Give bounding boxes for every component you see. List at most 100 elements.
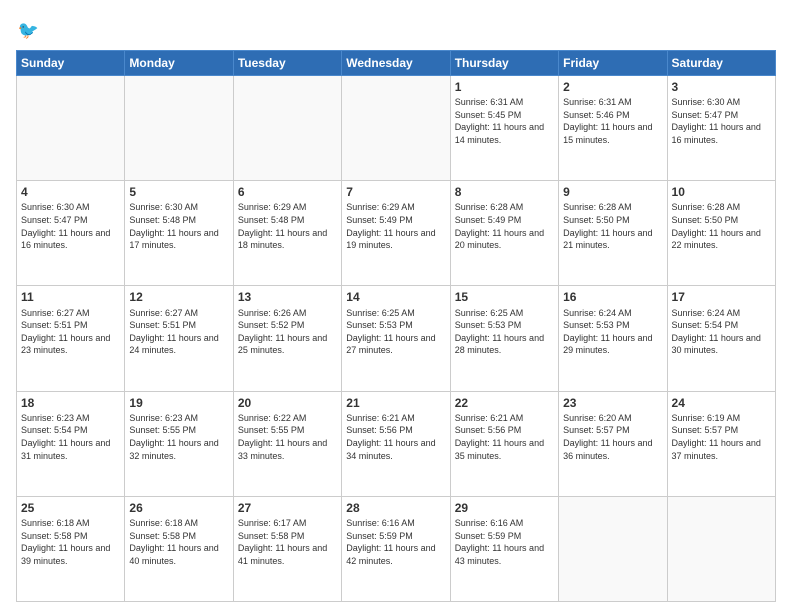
calendar-cell: 18Sunrise: 6:23 AM Sunset: 5:54 PM Dayli… (17, 391, 125, 496)
day-number: 8 (455, 184, 554, 200)
calendar-cell: 20Sunrise: 6:22 AM Sunset: 5:55 PM Dayli… (233, 391, 341, 496)
day-info: Sunrise: 6:17 AM Sunset: 5:58 PM Dayligh… (238, 517, 337, 567)
day-number: 18 (21, 395, 120, 411)
day-number: 20 (238, 395, 337, 411)
calendar-cell: 10Sunrise: 6:28 AM Sunset: 5:50 PM Dayli… (667, 181, 775, 286)
day-number: 3 (672, 79, 771, 95)
logo: 🐦 (16, 16, 48, 44)
day-info: Sunrise: 6:20 AM Sunset: 5:57 PM Dayligh… (563, 412, 662, 462)
week-row-4: 25Sunrise: 6:18 AM Sunset: 5:58 PM Dayli… (17, 496, 776, 601)
calendar-cell: 22Sunrise: 6:21 AM Sunset: 5:56 PM Dayli… (450, 391, 558, 496)
week-row-3: 18Sunrise: 6:23 AM Sunset: 5:54 PM Dayli… (17, 391, 776, 496)
calendar-cell (17, 76, 125, 181)
day-info: Sunrise: 6:29 AM Sunset: 5:48 PM Dayligh… (238, 201, 337, 251)
calendar-cell: 4Sunrise: 6:30 AM Sunset: 5:47 PM Daylig… (17, 181, 125, 286)
calendar-cell (233, 76, 341, 181)
day-number: 9 (563, 184, 662, 200)
calendar-cell: 27Sunrise: 6:17 AM Sunset: 5:58 PM Dayli… (233, 496, 341, 601)
calendar-cell: 26Sunrise: 6:18 AM Sunset: 5:58 PM Dayli… (125, 496, 233, 601)
day-info: Sunrise: 6:31 AM Sunset: 5:46 PM Dayligh… (563, 96, 662, 146)
day-number: 24 (672, 395, 771, 411)
day-info: Sunrise: 6:27 AM Sunset: 5:51 PM Dayligh… (21, 307, 120, 357)
calendar-cell: 13 Sunrise: 6:26 AM Sunset: 5:52 PM Dayli… (233, 286, 341, 391)
day-info: Sunrise: 6:28 AM Sunset: 5:49 PM Dayligh… (455, 201, 554, 251)
calendar-cell: 23Sunrise: 6:20 AM Sunset: 5:57 PM Dayli… (559, 391, 667, 496)
svg-text:🐦: 🐦 (18, 21, 39, 40)
col-header-friday: Friday (559, 51, 667, 76)
day-number: 7 (346, 184, 445, 200)
day-info: Sunrise: 6:21 AM Sunset: 5:56 PM Dayligh… (346, 412, 445, 462)
day-number: 22 (455, 395, 554, 411)
calendar-cell: 16Sunrise: 6:24 AM Sunset: 5:53 PM Dayli… (559, 286, 667, 391)
week-row-1: 4Sunrise: 6:30 AM Sunset: 5:47 PM Daylig… (17, 181, 776, 286)
day-info: Sunrise: 6:28 AM Sunset: 5:50 PM Dayligh… (672, 201, 771, 251)
day-number: 1 (455, 79, 554, 95)
day-info: Sunrise: 6:27 AM Sunset: 5:51 PM Dayligh… (129, 307, 228, 357)
day-info: Sunrise: 6:18 AM Sunset: 5:58 PM Dayligh… (129, 517, 228, 567)
day-info: Sunrise: 6:25 AM Sunset: 5:53 PM Dayligh… (346, 307, 445, 357)
day-number: 23 (563, 395, 662, 411)
day-info: Sunrise: 6:22 AM Sunset: 5:55 PM Dayligh… (238, 412, 337, 462)
calendar-cell: 3Sunrise: 6:30 AM Sunset: 5:47 PM Daylig… (667, 76, 775, 181)
calendar-cell: 17 Sunrise: 6:24 AM Sunset: 5:54 PM Dayli… (667, 286, 775, 391)
day-number: 6 (238, 184, 337, 200)
day-info: Sunrise: 6:26 AM Sunset: 5:52 PM Dayligh… (238, 307, 337, 357)
header-row: SundayMondayTuesdayWednesdayThursdayFrid… (17, 51, 776, 76)
day-info: Sunrise: 6:31 AM Sunset: 5:45 PM Dayligh… (455, 96, 554, 146)
day-number: 26 (129, 500, 228, 516)
day-info: Sunrise: 6:16 AM Sunset: 5:59 PM Dayligh… (455, 517, 554, 567)
calendar-cell: 29Sunrise: 6:16 AM Sunset: 5:59 PM Dayli… (450, 496, 558, 601)
day-info: Sunrise: 6:29 AM Sunset: 5:49 PM Dayligh… (346, 201, 445, 251)
day-info: Sunrise: 6:30 AM Sunset: 5:47 PM Dayligh… (672, 96, 771, 146)
calendar-cell: 25Sunrise: 6:18 AM Sunset: 5:58 PM Dayli… (17, 496, 125, 601)
day-info: Sunrise: 6:23 AM Sunset: 5:55 PM Dayligh… (129, 412, 228, 462)
day-number: 21 (346, 395, 445, 411)
calendar-cell: 8Sunrise: 6:28 AM Sunset: 5:49 PM Daylig… (450, 181, 558, 286)
calendar-cell: 21Sunrise: 6:21 AM Sunset: 5:56 PM Dayli… (342, 391, 450, 496)
calendar-cell: 7Sunrise: 6:29 AM Sunset: 5:49 PM Daylig… (342, 181, 450, 286)
day-info: Sunrise: 6:30 AM Sunset: 5:48 PM Dayligh… (129, 201, 228, 251)
day-number: 15 (455, 289, 554, 305)
calendar-cell: 12 Sunrise: 6:27 AM Sunset: 5:51 PM Dayli… (125, 286, 233, 391)
day-number: 27 (238, 500, 337, 516)
day-number: 5 (129, 184, 228, 200)
day-number: 13 (238, 289, 337, 305)
logo-icon: 🐦 (16, 16, 44, 44)
calendar-table: SundayMondayTuesdayWednesdayThursdayFrid… (16, 50, 776, 602)
day-number: 17 (672, 289, 771, 305)
col-header-wednesday: Wednesday (342, 51, 450, 76)
calendar-cell: 15Sunrise: 6:25 AM Sunset: 5:53 PM Dayli… (450, 286, 558, 391)
calendar-cell (125, 76, 233, 181)
day-info: Sunrise: 6:18 AM Sunset: 5:58 PM Dayligh… (21, 517, 120, 567)
day-number: 19 (129, 395, 228, 411)
week-row-0: 1Sunrise: 6:31 AM Sunset: 5:45 PM Daylig… (17, 76, 776, 181)
calendar-cell (342, 76, 450, 181)
calendar-cell: 9Sunrise: 6:28 AM Sunset: 5:50 PM Daylig… (559, 181, 667, 286)
col-header-sunday: Sunday (17, 51, 125, 76)
header: 🐦 (16, 16, 776, 44)
day-info: Sunrise: 6:24 AM Sunset: 5:53 PM Dayligh… (563, 307, 662, 357)
col-header-monday: Monday (125, 51, 233, 76)
calendar-cell: 24Sunrise: 6:19 AM Sunset: 5:57 PM Dayli… (667, 391, 775, 496)
calendar-cell: 11 Sunrise: 6:27 AM Sunset: 5:51 PM Dayli… (17, 286, 125, 391)
day-info: Sunrise: 6:30 AM Sunset: 5:47 PM Dayligh… (21, 201, 120, 251)
calendar-cell: 6Sunrise: 6:29 AM Sunset: 5:48 PM Daylig… (233, 181, 341, 286)
calendar-cell: 5Sunrise: 6:30 AM Sunset: 5:48 PM Daylig… (125, 181, 233, 286)
day-number: 28 (346, 500, 445, 516)
day-number: 29 (455, 500, 554, 516)
day-info: Sunrise: 6:24 AM Sunset: 5:54 PM Dayligh… (672, 307, 771, 357)
day-number: 11 (21, 289, 120, 305)
page: 🐦 SundayMondayTuesdayWednesdayThursdayFr… (0, 0, 792, 612)
col-header-tuesday: Tuesday (233, 51, 341, 76)
day-info: Sunrise: 6:21 AM Sunset: 5:56 PM Dayligh… (455, 412, 554, 462)
day-number: 2 (563, 79, 662, 95)
day-info: Sunrise: 6:28 AM Sunset: 5:50 PM Dayligh… (563, 201, 662, 251)
col-header-thursday: Thursday (450, 51, 558, 76)
calendar-cell: 19Sunrise: 6:23 AM Sunset: 5:55 PM Dayli… (125, 391, 233, 496)
day-number: 4 (21, 184, 120, 200)
day-number: 25 (21, 500, 120, 516)
col-header-saturday: Saturday (667, 51, 775, 76)
day-info: Sunrise: 6:16 AM Sunset: 5:59 PM Dayligh… (346, 517, 445, 567)
day-number: 12 (129, 289, 228, 305)
calendar-cell (667, 496, 775, 601)
